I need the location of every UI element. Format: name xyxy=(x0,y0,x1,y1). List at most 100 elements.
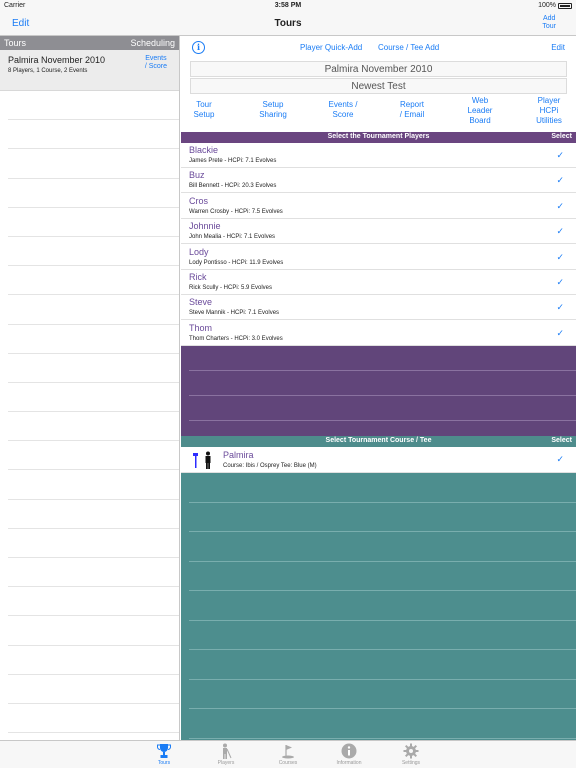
tab-label: Settings xyxy=(401,760,421,766)
empty-course-row xyxy=(189,680,576,709)
player-hcpi-utilities-button[interactable]: Player HCPi Utilities xyxy=(529,96,569,126)
report-email-button[interactable]: Report / Email xyxy=(388,100,436,120)
menu-label: / Email xyxy=(399,110,425,119)
tours-list-panel: Tours Scheduling Palmira November 2010 8… xyxy=(0,36,180,740)
empty-list-row xyxy=(8,91,179,121)
empty-list-row xyxy=(8,558,179,588)
checkmark-icon[interactable]: ✓ xyxy=(556,454,564,465)
empty-list-row xyxy=(8,208,179,237)
clock: 3:58 PM xyxy=(274,2,302,9)
players-section-title: Select the Tournament Players xyxy=(327,133,430,140)
flag-icon xyxy=(282,745,294,759)
player-row[interactable]: Lody Lody Pontisso - HCPi: 11.9 Evolves ✓ xyxy=(181,244,576,270)
player-nickname: Blackie xyxy=(189,145,219,155)
menu-label: Tour xyxy=(196,100,212,109)
tab-settings[interactable]: Settings xyxy=(381,741,441,768)
course-detail: Course: Ibis / Osprey Tee: Blue (M) xyxy=(223,463,317,469)
menu-label: Report xyxy=(399,100,424,109)
scheduling-header-label: Scheduling xyxy=(130,38,175,48)
tours-list-header: Tours Scheduling xyxy=(0,36,179,50)
empty-list-row xyxy=(8,354,179,383)
empty-course-row xyxy=(189,503,576,532)
players-section-header: Select the Tournament Players Select xyxy=(181,132,576,143)
menu-label: Setup xyxy=(193,110,215,119)
player-row[interactable]: Blackie James Prete - HCPi: 7.1 Evolves ✓ xyxy=(181,143,576,168)
tour-setup-button[interactable]: Tour Setup xyxy=(184,100,224,120)
tab-players[interactable]: Players xyxy=(196,741,256,768)
checkmark-icon[interactable]: ✓ xyxy=(556,328,564,339)
battery-percent: 100% xyxy=(538,2,556,9)
course-select-label: Select xyxy=(551,437,572,444)
empty-list-row xyxy=(8,646,179,675)
player-nickname: Johnnie xyxy=(189,221,221,232)
tour-detail-panel: i Player Quick-Add Course / Tee Add Edit… xyxy=(181,36,576,740)
tour-list-item[interactable]: Palmira November 2010 8 Players, 1 Cours… xyxy=(0,50,179,91)
player-row[interactable]: Cros Warren Crosby - HCPi: 7.5 Evolves ✓ xyxy=(181,193,576,219)
players-select-label: Select xyxy=(551,133,572,140)
player-row[interactable]: Johnnie John Mealia - HCPi: 7.1 Evolves ✓ xyxy=(181,219,576,245)
empty-list-row xyxy=(8,412,179,442)
checkmark-icon[interactable]: ✓ xyxy=(556,277,564,288)
tab-courses[interactable]: Courses xyxy=(258,741,318,768)
menu-label: Player xyxy=(537,96,561,105)
player-quick-add-button[interactable]: Player Quick-Add xyxy=(300,43,362,52)
player-detail: Lody Pontisso - HCPi: 11.9 Evolves xyxy=(189,259,284,266)
player-row[interactable]: Buz Bill Bennett - HCPi: 20.3 Evolves ✓ xyxy=(181,168,576,194)
player-nickname: Steve xyxy=(189,297,213,308)
empty-list-row xyxy=(8,179,179,208)
setup-sharing-button[interactable]: Setup Sharing xyxy=(249,100,297,120)
tour-name: Palmira November 2010 xyxy=(8,55,106,65)
empty-list-row xyxy=(8,383,179,413)
tab-label: Information xyxy=(336,760,362,766)
checkmark-icon[interactable]: ✓ xyxy=(556,201,564,212)
empty-course-row xyxy=(189,562,576,591)
checkmark-icon[interactable]: ✓ xyxy=(556,175,564,186)
player-detail: Bill Bennett - HCPi: 20.3 Evolves xyxy=(189,183,277,190)
player-detail: James Prete - HCPi: 7.1 Evolves xyxy=(189,158,277,164)
course-row[interactable]: Palmira Course: Ibis / Osprey Tee: Blue … xyxy=(181,447,576,473)
player-detail: Steve Mannik - HCPi: 7.1 Evolves xyxy=(189,310,280,317)
tee-marker-icon xyxy=(193,451,211,469)
player-detail: Thom Charters - HCPi: 3.0 Evolves xyxy=(189,335,283,342)
events-score-menu-button[interactable]: Events / Score xyxy=(318,100,368,120)
empty-course-row xyxy=(189,650,576,680)
player-detail: Warren Crosby - HCPi: 7.5 Evolves xyxy=(189,208,283,215)
tab-label: Courses xyxy=(278,760,298,766)
events-score-line1: Events xyxy=(145,55,167,62)
checkmark-icon[interactable]: ✓ xyxy=(556,252,564,263)
player-nickname: Buz xyxy=(189,170,205,181)
player-nickname: Lody xyxy=(189,246,209,257)
menu-label: Sharing xyxy=(259,110,287,119)
menu-label: Board xyxy=(469,116,491,125)
tab-bar: Tours Players Courses Information Settin… xyxy=(0,740,576,768)
course-empty-area xyxy=(181,473,576,740)
events-score-line2: / Score xyxy=(144,63,167,70)
tab-label: Tours xyxy=(157,760,171,766)
player-detail: John Mealia - HCPi: 7.1 Evolves xyxy=(189,234,276,241)
checkmark-icon[interactable]: ✓ xyxy=(556,302,564,313)
empty-rows xyxy=(0,91,179,734)
empty-list-row xyxy=(8,237,179,267)
checkmark-icon[interactable]: ✓ xyxy=(556,226,564,237)
add-tour-button[interactable]: Add Tour xyxy=(542,15,556,31)
empty-list-row xyxy=(8,120,179,150)
tours-header-label: Tours xyxy=(4,38,27,48)
empty-list-row xyxy=(8,295,179,325)
tour-subtitle-field: Newest Test xyxy=(190,78,567,94)
page-title: Tours xyxy=(274,18,302,29)
empty-list-row xyxy=(8,587,179,617)
web-leader-board-button[interactable]: Web Leader Board xyxy=(458,96,502,126)
empty-course-row xyxy=(189,709,576,739)
player-row[interactable]: Thom Thom Charters - HCPi: 3.0 Evolves ✓ xyxy=(181,320,576,346)
checkmark-icon[interactable]: ✓ xyxy=(556,150,564,161)
menu-label: Score xyxy=(332,110,354,119)
info-icon[interactable]: i xyxy=(192,41,205,54)
tab-tours[interactable]: Tours xyxy=(134,741,194,768)
player-row[interactable]: Steve Steve Mannik - HCPi: 7.1 Evolves ✓ xyxy=(181,295,576,321)
edit-tour-button[interactable]: Edit xyxy=(551,43,565,52)
player-row[interactable]: Rick Rick Scully - HCPi: 5.9 Evolves ✓ xyxy=(181,270,576,295)
players-empty-area xyxy=(181,346,576,436)
tab-information[interactable]: Information xyxy=(319,741,379,768)
course-tee-add-button[interactable]: Course / Tee Add xyxy=(378,43,439,52)
events-score-button[interactable]: Events / Score xyxy=(145,55,167,71)
